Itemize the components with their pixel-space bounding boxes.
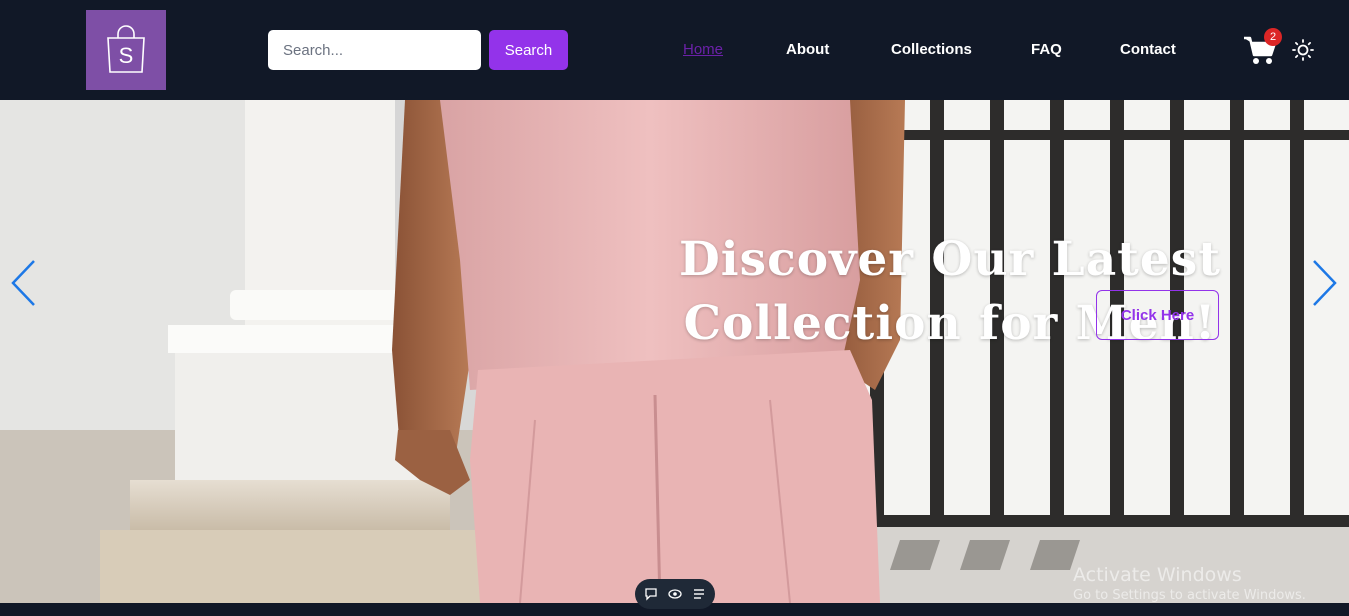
nav-faq[interactable]: FAQ — [1031, 41, 1062, 59]
watermark-title: Activate Windows — [1073, 564, 1242, 586]
logo-letter: S — [119, 43, 134, 68]
list-button[interactable] — [691, 586, 707, 602]
shopping-bag-icon: S — [107, 25, 145, 73]
hero-carousel: Discover Our Latest Collection for Men! … — [0, 100, 1349, 603]
search-input[interactable] — [268, 30, 481, 70]
nav-collections[interactable]: Collections — [891, 41, 972, 59]
navbar: S Search Home About Collections FAQ Cont… — [0, 0, 1349, 100]
nav-about[interactable]: About — [786, 41, 829, 59]
theme-toggle-button[interactable] — [1292, 39, 1314, 61]
sun-icon — [1292, 39, 1314, 61]
nav-contact[interactable]: Contact — [1120, 41, 1176, 59]
carousel-next-button[interactable] — [1310, 258, 1340, 308]
comment-icon — [645, 588, 657, 601]
cart-count-badge: 2 — [1264, 28, 1282, 46]
activate-windows-watermark: Activate Windows Go to Settings to activ… — [1073, 564, 1306, 604]
logo[interactable]: S — [86, 10, 166, 90]
eye-icon — [668, 589, 682, 599]
hero-cta-button[interactable]: Click Here — [1096, 290, 1219, 340]
comment-button[interactable] — [643, 586, 659, 602]
chevron-left-icon — [11, 260, 35, 306]
list-icon — [694, 589, 704, 599]
hero-title-line1: Discover Our Latest — [679, 232, 1221, 287]
eye-button[interactable] — [667, 586, 683, 602]
search-button[interactable]: Search — [489, 30, 568, 70]
chevron-right-icon — [1313, 260, 1337, 306]
watermark-subtitle: Go to Settings to activate Windows. — [1073, 588, 1306, 603]
floating-toolbar — [635, 579, 715, 609]
carousel-prev-button[interactable] — [8, 258, 38, 308]
nav-home[interactable]: Home — [683, 41, 723, 59]
